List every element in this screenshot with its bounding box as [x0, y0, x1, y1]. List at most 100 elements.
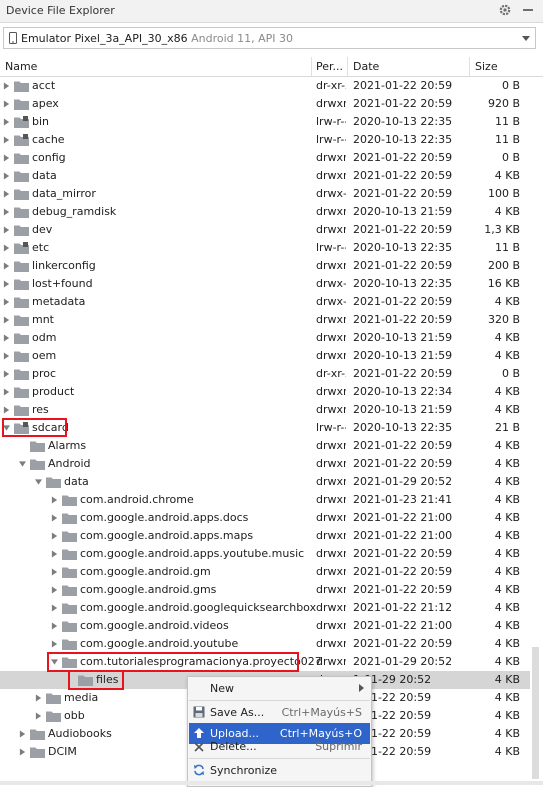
chevron-right-icon[interactable]	[3, 316, 10, 324]
chevron-right-icon[interactable]	[3, 190, 10, 198]
column-size[interactable]: Size	[475, 60, 498, 73]
menu-item-delete[interactable]: Delete... Suprimir	[189, 739, 370, 756]
chevron-down-icon[interactable]	[19, 460, 26, 468]
tree-row[interactable]: com.google.android.youtube drwxrws--- 2021…	[0, 635, 530, 653]
chevron-right-icon[interactable]	[51, 496, 58, 504]
chevron-right-icon[interactable]	[3, 136, 10, 144]
chevron-right-icon[interactable]	[3, 388, 10, 396]
chevron-right-icon[interactable]	[3, 370, 10, 378]
tree-row[interactable]: proc dr-xr-xr-x 2021-01-22 20:59 0 B	[0, 365, 530, 383]
row-name: acct	[32, 79, 56, 92]
tree-row[interactable]: com.google.android.apps.youtube.music drw…	[0, 545, 530, 563]
chevron-right-icon[interactable]	[51, 568, 58, 576]
chevron-right-icon[interactable]	[51, 640, 58, 648]
chevron-right-icon[interactable]	[51, 586, 58, 594]
menu-item-new[interactable]: New	[189, 678, 370, 699]
tree-row[interactable]: sdcardlrw-r--r--2020-10-13 22:3521 B	[0, 419, 530, 437]
tree-row[interactable]: etc lrw-r--r-- 2020-10-13 22:35 11 B	[0, 239, 530, 257]
context-menu: New Save As... Ctrl+Mayús+S Upload... Ct…	[187, 676, 372, 787]
minimize-icon[interactable]	[521, 3, 535, 17]
tree-row[interactable]: dev drwxr-xr-x 2021-01-22 20:59 1,3 KB	[0, 221, 530, 239]
tree-row[interactable]: linkerconfig drwxr-xr-x 2021-01-22 20:59 20…	[0, 257, 530, 275]
row-size: 4 KB	[494, 385, 520, 398]
tree-row[interactable]: Android drwxrws--- 2021-01-22 20:59 4 KB	[0, 455, 530, 473]
tree-row[interactable]: bin lrw-r--r-- 2020-10-13 22:35 11 B	[0, 113, 530, 131]
chevron-right-icon[interactable]	[3, 118, 10, 126]
device-selector[interactable]: Emulator Pixel_3a_API_30_x86 Android 11,…	[3, 27, 536, 49]
tree-row[interactable]: Alarms drwxrws--- 2021-01-22 20:59 4 KB	[0, 437, 530, 455]
tree-row[interactable]: debug_ramdisk drwxr-xr-x 2020-10-13 21:59 4…	[0, 203, 530, 221]
row-permissions: drwx------	[316, 295, 346, 308]
tree-row[interactable]: com.google.android.gm drwxrws--- 2021-01-2…	[0, 563, 530, 581]
row-permissions: drwxrws---	[316, 475, 346, 488]
tree-row[interactable]: oem drwxr-xr-x 2020-10-13 21:59 4 KB	[0, 347, 530, 365]
chevron-right-icon[interactable]	[51, 550, 58, 558]
folder-icon	[62, 585, 77, 596]
tree-row[interactable]: com.google.android.apps.docs drwxrws--- 20…	[0, 509, 530, 527]
tree-row[interactable]: data drwxrws--- 2021-01-29 20:52 4 KB	[0, 473, 530, 491]
row-permissions: drwxrws---	[316, 637, 346, 650]
column-date[interactable]: Date	[353, 60, 379, 73]
chevron-right-icon[interactable]	[3, 280, 10, 288]
folder-icon	[46, 477, 61, 488]
tree-row[interactable]: res drwxr-xr-x 2020-10-13 21:59 4 KB	[0, 401, 530, 419]
chevron-right-icon[interactable]	[3, 226, 10, 234]
chevron-right-icon[interactable]	[51, 532, 58, 540]
chevron-right-icon[interactable]	[3, 82, 10, 90]
chevron-right-icon[interactable]	[3, 244, 10, 252]
tree-row[interactable]: product drwxr-xr-x 2020-10-13 22:34 4 KB	[0, 383, 530, 401]
gear-icon[interactable]	[498, 3, 512, 17]
tree-row[interactable]: com.google.android.apps.maps drwxrws--- 20…	[0, 527, 530, 545]
row-date: 2021-01-22 20:59	[353, 313, 453, 326]
synchronize-icon	[194, 764, 204, 776]
tree-row[interactable]: metadata drwx------ 2021-01-22 20:59 4 KB	[0, 293, 530, 311]
chevron-right-icon[interactable]	[3, 352, 10, 360]
chevron-right-icon[interactable]	[51, 514, 58, 522]
chevron-right-icon[interactable]	[3, 172, 10, 180]
column-divider[interactable]	[347, 57, 348, 76]
menu-item-save-as[interactable]: Save As... Ctrl+Mayús+S	[189, 702, 370, 723]
tree-row[interactable]: com.android.chrome drwxrws--- 2021-01-23 2…	[0, 491, 530, 509]
tree-row[interactable]: data_mirror drwx------ 2021-01-22 20:59 100…	[0, 185, 530, 203]
column-divider[interactable]	[311, 57, 312, 76]
row-size: 320 B	[487, 313, 520, 326]
chevron-right-icon[interactable]	[3, 334, 10, 342]
row-permissions: drwxrws---	[316, 601, 346, 614]
chevron-right-icon[interactable]	[51, 604, 58, 612]
column-permissions[interactable]: Per...	[316, 60, 343, 73]
folder-icon	[14, 405, 29, 416]
chevron-right-icon[interactable]	[19, 730, 26, 738]
menu-item-synchronize[interactable]: Synchronize	[189, 760, 370, 781]
tree-row[interactable]: mnt drwxr-xr-x 2021-01-22 20:59 320 B	[0, 311, 530, 329]
tree-row[interactable]: odm drwxr-xr-x 2020-10-13 21:59 4 KB	[0, 329, 530, 347]
tree-row[interactable]: config drwxr-xr-x 2021-01-22 20:59 0 B	[0, 149, 530, 167]
row-date: 2021-01-22 20:59	[353, 439, 453, 452]
chevron-right-icon[interactable]	[3, 100, 10, 108]
chevron-right-icon[interactable]	[3, 208, 10, 216]
tree-row[interactable]: com.google.android.googlequicksearchbox d…	[0, 599, 530, 617]
chevron-right-icon[interactable]	[3, 154, 10, 162]
tree-row[interactable]: cache lrw-r--r-- 2020-10-13 22:35 11 B	[0, 131, 530, 149]
chevron-right-icon[interactable]	[3, 406, 10, 414]
chevron-right-icon[interactable]	[19, 748, 26, 756]
folder-icon	[46, 693, 61, 704]
row-date: 2021-01-22 20:59	[353, 637, 453, 650]
column-divider[interactable]	[469, 57, 470, 76]
tree-row[interactable]: acct dr-xr-xr-x 2021-01-22 20:59 0 B	[0, 77, 530, 95]
tree-row[interactable]: apex drwxr-xr-x 2021-01-22 20:59 920 B	[0, 95, 530, 113]
scrollbar-thumb[interactable]	[532, 647, 539, 779]
horizontal-scrollbar[interactable]	[0, 781, 543, 785]
chevron-right-icon[interactable]	[35, 712, 42, 720]
row-size: 4 KB	[494, 457, 520, 470]
folder-icon	[14, 279, 29, 290]
chevron-right-icon[interactable]	[3, 262, 10, 270]
chevron-right-icon[interactable]	[35, 694, 42, 702]
chevron-right-icon[interactable]	[3, 298, 10, 306]
column-name[interactable]: Name	[5, 60, 37, 73]
chevron-right-icon[interactable]	[51, 622, 58, 630]
tree-row[interactable]: com.google.android.gms drwxrws--- 2021-01-…	[0, 581, 530, 599]
tree-row[interactable]: lost+found drwx------ 2020-10-13 22:35 16 K…	[0, 275, 530, 293]
chevron-down-icon[interactable]	[35, 478, 42, 486]
tree-row[interactable]: com.google.android.videos drwxrws--- 2021-…	[0, 617, 530, 635]
tree-row[interactable]: data drwxrwx--x 2021-01-22 20:59 4 KB	[0, 167, 530, 185]
